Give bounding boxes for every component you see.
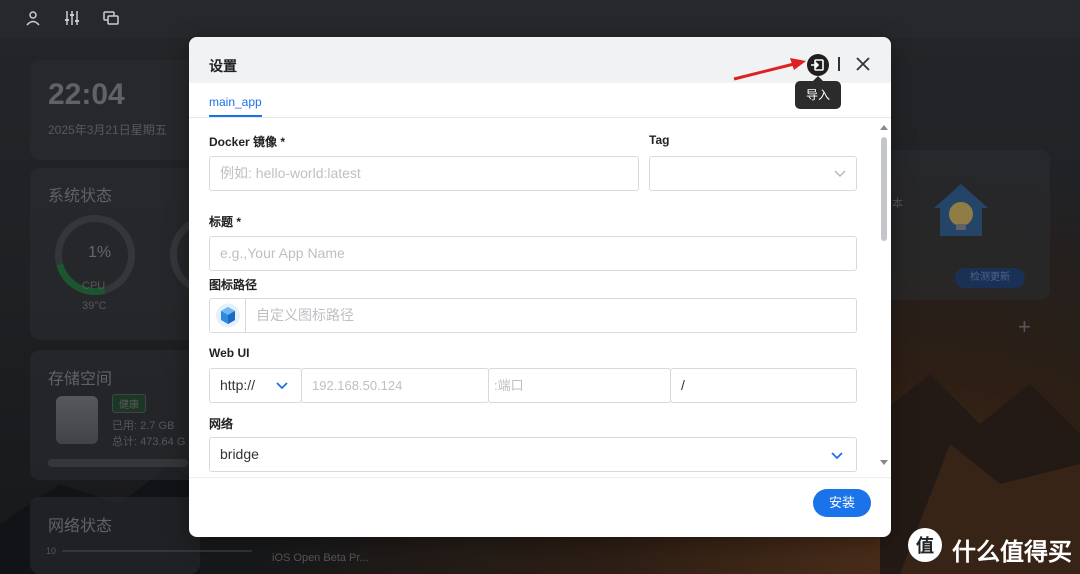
scroll-up-icon[interactable] [880, 125, 888, 130]
chevron-down-icon [831, 452, 843, 460]
port-input[interactable]: :端口 [488, 368, 671, 403]
chevron-down-icon [834, 170, 846, 177]
import-icon [811, 59, 824, 71]
dialog-title: 设置 [209, 58, 237, 74]
import-tooltip: 导入 [795, 76, 841, 109]
user-icon[interactable] [24, 10, 42, 28]
title-label: 标题 * [209, 215, 242, 229]
chevron-down-icon [276, 382, 288, 390]
settings-sliders-icon[interactable] [63, 10, 81, 28]
settings-dialog: 设置 导入 main_app Docker 镜像 * 例如: hello-wor… [189, 37, 891, 537]
docker-image-input[interactable]: 例如: hello-world:latest [209, 156, 639, 191]
tab-divider [189, 117, 891, 118]
top-bar [0, 0, 1080, 38]
close-button[interactable] [854, 55, 872, 73]
web-ui-label: Web UI [209, 346, 250, 360]
title-input[interactable]: e.g.,Your App Name [209, 236, 857, 271]
cube-icon [216, 303, 240, 328]
close-icon [856, 57, 870, 71]
docker-image-label: Docker 镜像 * [209, 135, 286, 149]
watermark-text: 什么值得买 [952, 538, 1072, 566]
scrollbar-thumb[interactable] [881, 137, 887, 241]
header-separator [838, 57, 840, 71]
icon-path-label: 图标路径 [209, 278, 258, 292]
footer-divider [189, 477, 891, 478]
install-button[interactable]: 安装 [813, 489, 871, 517]
watermark-logo: 值 [908, 528, 942, 562]
tab-main-app[interactable]: main_app [209, 95, 262, 117]
icon-path-placeholder: 自定义图标路径 [256, 307, 354, 323]
path-input[interactable]: / [670, 368, 857, 403]
import-button[interactable] [807, 54, 829, 76]
scroll-down-icon[interactable] [880, 460, 888, 465]
tag-select[interactable] [649, 156, 857, 191]
icon-preview [210, 299, 246, 332]
annotation-arrow-icon [733, 58, 806, 81]
network-label: 网络 [209, 417, 234, 431]
network-select[interactable]: bridge [209, 437, 857, 472]
svg-text:值: 值 [916, 535, 934, 557]
tag-label: Tag [649, 133, 670, 147]
windows-icon[interactable] [102, 10, 120, 28]
host-input[interactable]: 192.168.50.124 [301, 368, 489, 403]
icon-path-input[interactable]: 自定义图标路径 [209, 298, 857, 333]
